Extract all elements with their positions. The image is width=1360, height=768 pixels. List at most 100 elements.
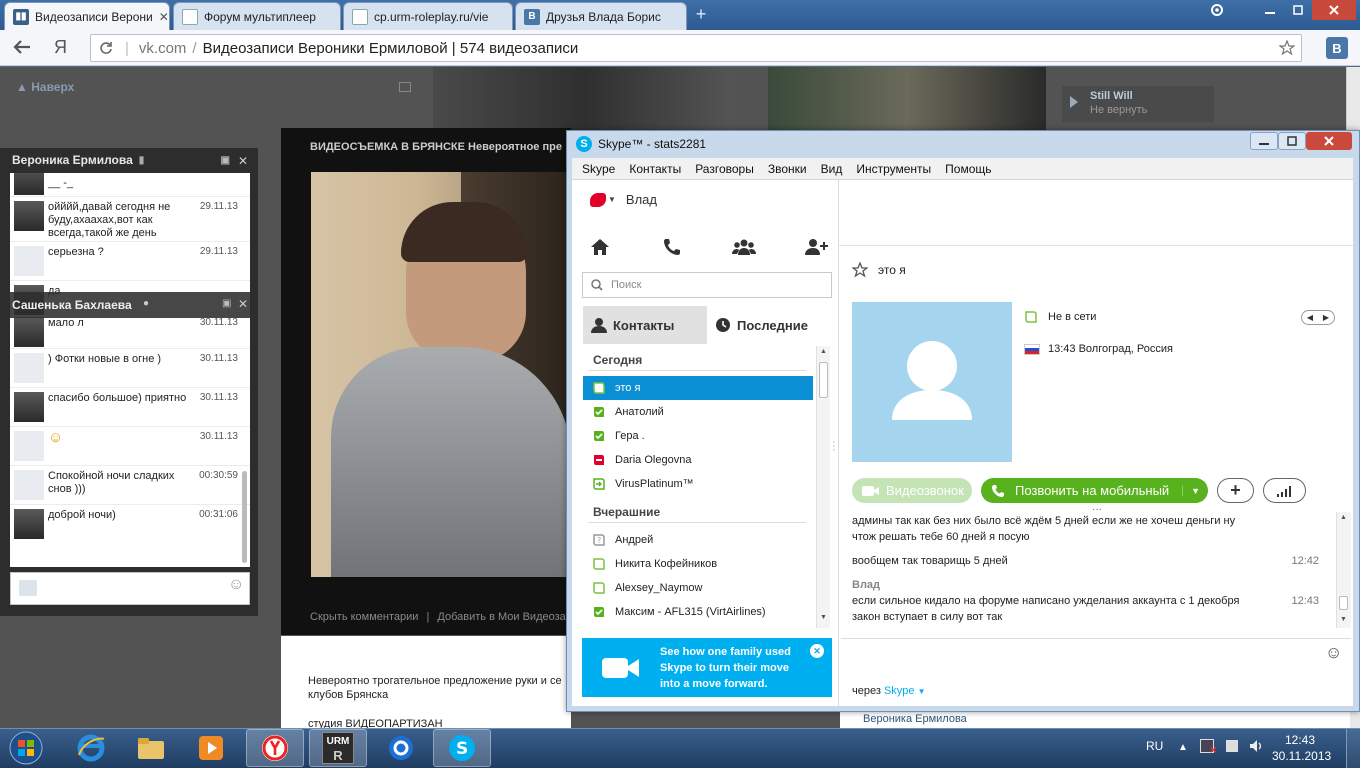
chat-header[interactable]: Вероника Ермилова ▮ ▣ [0,148,258,172]
pin-chat-icon[interactable]: ▣ [221,155,230,166]
menu-skype[interactable]: Skype [582,162,615,176]
chevron-left-icon[interactable]: ◀ [1307,313,1313,322]
yandex-browser-icon[interactable] [246,729,304,767]
urm-app-icon[interactable]: URM R [309,729,367,767]
contact-row[interactable]: Максим - AFL315 (VirtAirlines) [583,600,813,624]
contact-list-scrollbar[interactable]: ▲ ▼ [816,346,830,628]
chat-header-2[interactable]: Сашенька Бахлаева ● ▣ ✕ [0,292,258,318]
maximize-icon[interactable] [1284,0,1312,20]
menu-conversations[interactable]: Разговоры [695,162,754,176]
add-to-my-videos-link[interactable]: Добавить в Мои Видеозапи [437,611,577,623]
message-composer[interactable]: ☺ [841,638,1351,680]
address-bar[interactable]: | vk.com / Видеозаписи Вероники Ермилово… [90,34,1302,62]
pane-splitter[interactable]: ··· [832,437,836,456]
media-player-icon[interactable] [182,729,240,767]
video-call-button[interactable]: Видеозвонок [852,478,972,503]
input-language-indicator[interactable]: RU [1146,739,1163,753]
ie-icon[interactable] [62,729,120,767]
close-promo-icon[interactable]: ✕ [810,644,824,658]
flag-icon[interactable] [1226,740,1238,752]
conversation-scrollbar[interactable]: ▲ ▼ [1336,512,1351,628]
conversation-history[interactable]: админы так как без них было всё ждём 5 д… [841,512,1336,638]
contact-row[interactable]: Daria Olegovna [583,448,813,472]
contact-row[interactable]: VirusPlatinum™ [583,472,813,496]
close-window-button[interactable] [1312,0,1356,20]
emoticon-icon[interactable]: ☺ [1325,643,1342,663]
scroll-thumb[interactable] [1339,596,1348,610]
phone-icon[interactable] [652,232,692,262]
skype-minimize-icon[interactable] [1250,132,1278,150]
scroll-up-icon[interactable]: ▲ [820,348,827,355]
contact-row[interactable]: Никита Кофейников [583,552,813,576]
contact-search-input[interactable]: Поиск [582,272,832,298]
add-people-button[interactable]: + [1217,478,1254,503]
show-desktop-button[interactable] [1346,729,1360,768]
vk-extension-icon[interactable]: В [1326,37,1348,59]
contact-row[interactable]: это я [583,376,813,400]
contact-row[interactable]: ? Андрей [583,528,813,552]
menu-calls[interactable]: Звонки [768,162,807,176]
bookmark-star-icon[interactable] [1279,40,1295,56]
skype-taskbar-icon[interactable]: S [433,729,491,767]
tab-contacts[interactable]: Контакты [583,306,707,344]
menu-help[interactable]: Помощь [945,162,991,176]
chevron-right-icon[interactable]: ▶ [1323,313,1329,322]
call-mobile-button[interactable]: Позвонить на мобильный ▼ [981,478,1208,503]
chat-input[interactable]: ☺ [10,572,250,605]
video-thumbnail[interactable] [433,67,735,131]
browser-tab-urm[interactable]: cp.urm-roleplay.ru/vie [343,2,513,30]
volume-icon[interactable] [1248,738,1264,754]
call-quality-button[interactable] [1263,478,1306,503]
browser-tab-forum[interactable]: Форум мультиплеер [173,2,341,30]
network-icon[interactable]: ✕ [1200,739,1217,755]
favorite-star-icon[interactable] [852,262,868,278]
audio-player-mini[interactable]: Still Will Не вернуть [1062,86,1214,122]
yandex-icon[interactable]: Я [54,37,67,58]
close-chat-icon[interactable]: ✕ [238,154,248,168]
browser-tab-vk-videos[interactable]: ▮▮ Видеозаписи Верони ✕ [4,2,170,30]
contact-row[interactable]: Alexsey_Naymow [583,576,813,600]
system-clock[interactable]: 12:43 30.11.2013 [1272,732,1331,764]
contact-row[interactable]: Анатолий [583,400,813,424]
minimize-icon[interactable] [1256,0,1284,20]
start-button[interactable] [6,729,46,767]
camera-icon[interactable] [19,580,37,596]
chevron-down-icon[interactable]: ▼ [1182,485,1200,496]
menu-view[interactable]: Вид [821,162,843,176]
home-icon[interactable] [580,232,620,262]
hide-comments-link[interactable]: Скрыть комментарии [310,611,418,623]
browser-tab-friends[interactable]: B Друзья Влада Борис [515,2,687,30]
reload-icon[interactable] [99,41,113,55]
close-chat-icon[interactable]: ✕ [238,297,248,311]
tab-close-icon[interactable]: ✕ [153,10,169,24]
group-icon[interactable] [724,232,764,262]
contact-row[interactable]: Гера . [583,424,813,448]
tray-expand-icon[interactable]: ▲ [1178,742,1188,753]
skype-status-selector[interactable]: ▼ Влад [590,192,657,207]
video-thumbnail[interactable] [768,67,1046,131]
skype-close-button[interactable] [1306,132,1352,150]
video-frame[interactable] [311,172,571,577]
explorer-folder-icon[interactable] [122,729,180,767]
nav-up-link[interactable]: ▲ Наверх [16,80,74,94]
profile-pager[interactable]: ◀ ▶ [1301,310,1335,325]
back-arrow-icon[interactable] [12,38,32,56]
browser-settings-icon[interactable] [1204,0,1230,20]
scroll-up-icon[interactable]: ▲ [1340,514,1347,521]
pin-chat-icon[interactable]: ▣ [222,298,231,309]
chat-scrollbar[interactable] [242,471,247,563]
new-tab-button[interactable]: + [692,5,710,24]
skype-promo-banner[interactable]: See how one family used Skype to turn th… [582,638,832,697]
right-user-link[interactable]: Вероника Ермилова [863,713,967,725]
tab-recent[interactable]: Последние [707,306,832,344]
emoji-icon[interactable]: ☺ [228,576,244,594]
scroll-down-icon[interactable]: ▼ [820,614,827,621]
menu-contacts[interactable]: Контакты [629,162,681,176]
mail-icon[interactable] [399,82,411,92]
skype-maximize-icon[interactable] [1278,132,1306,150]
scroll-thumb[interactable] [819,362,828,398]
chat-message-list[interactable]: __ -_ ойййй,давай сегодня не буду,ахааха… [10,173,250,567]
scroll-down-icon[interactable]: ▼ [1340,616,1347,623]
menu-tools[interactable]: Инструменты [856,162,931,176]
send-via-selector[interactable]: через Skype ▼ [852,685,926,697]
